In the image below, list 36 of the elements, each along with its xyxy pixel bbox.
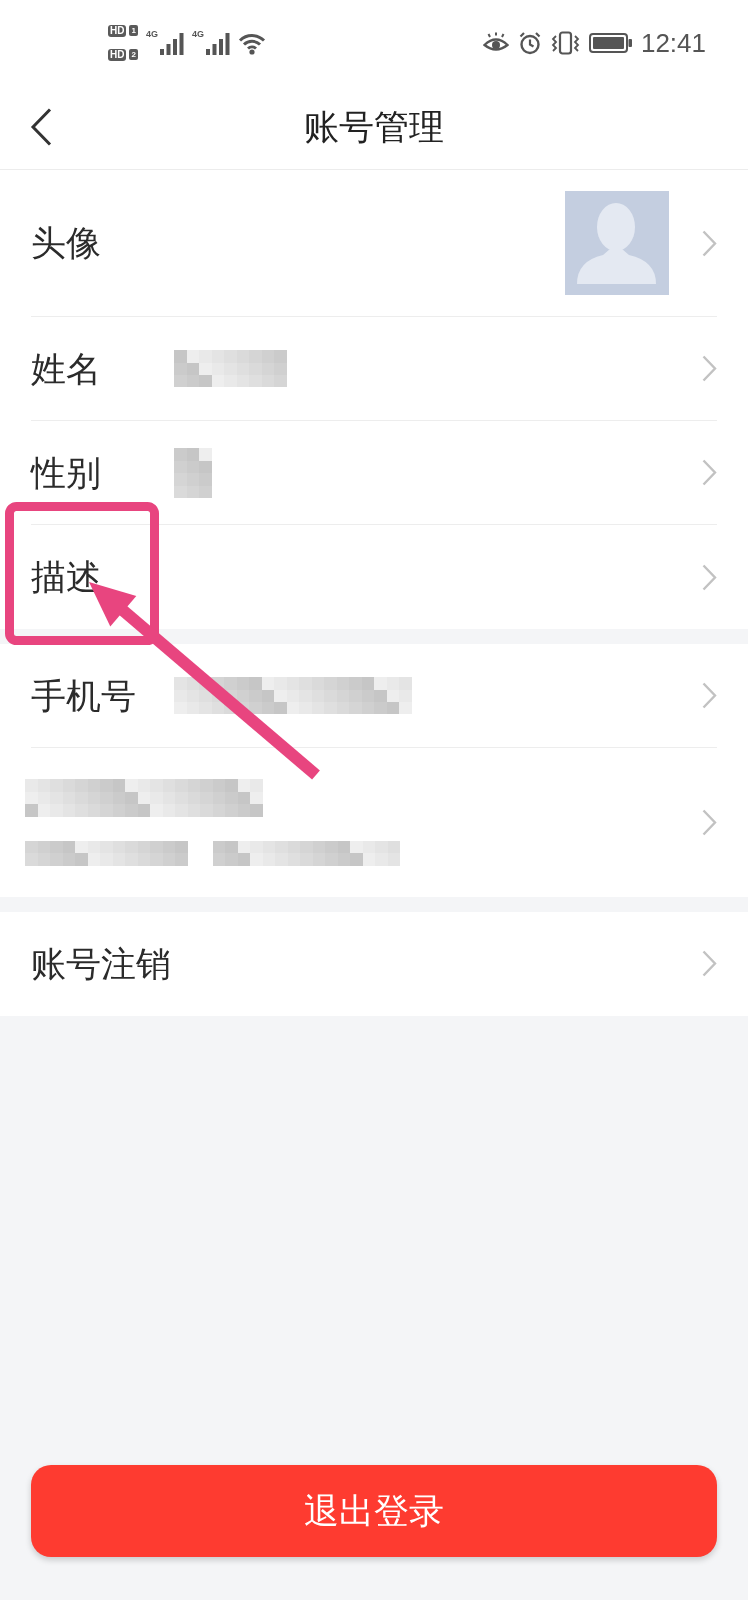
back-icon	[30, 108, 52, 146]
list-row[interactable]: 描述	[0, 525, 748, 629]
row-label: 姓名	[31, 347, 101, 390]
chevron-right-icon	[702, 229, 717, 257]
eye-icon	[482, 31, 509, 54]
row-label: 账号注销	[31, 942, 171, 985]
alarm-clock-icon	[517, 30, 542, 55]
status-time: 12:41	[640, 29, 706, 56]
chevron-right-icon	[702, 808, 717, 836]
chevron-right-icon	[702, 682, 717, 709]
sim-slot-badge: 2	[129, 49, 138, 60]
signal-bars-icon	[205, 33, 230, 55]
back-button[interactable]	[30, 108, 52, 146]
hd-badge: HD	[108, 24, 127, 37]
row-label: 手机号	[31, 674, 136, 717]
list-row[interactable]: 姓名	[0, 317, 748, 421]
list-row[interactable]: 头像	[0, 170, 748, 317]
list-row[interactable]: 性别	[0, 421, 748, 525]
battery-icon	[588, 32, 632, 53]
hd-badge: HD	[108, 48, 127, 61]
signal-bars-icon	[159, 33, 184, 55]
network-type-label: 4G	[145, 30, 158, 39]
logout-button[interactable]: 退出登录	[31, 1465, 717, 1557]
row-label: 头像	[31, 222, 101, 264]
network-type-label: 4G	[191, 30, 204, 39]
row-label: 性别	[31, 451, 101, 494]
page-title: 账号管理	[304, 106, 444, 148]
chevron-right-icon	[702, 950, 717, 977]
sim-slot-badge: 1	[129, 25, 138, 36]
chevron-right-icon	[702, 459, 717, 486]
chevron-right-icon	[702, 563, 717, 591]
list-row[interactable]: 手机号	[0, 644, 748, 748]
chevron-right-icon	[702, 355, 717, 382]
row-label: 描述	[31, 556, 101, 598]
vibrate-icon	[550, 30, 580, 55]
list-row[interactable]: 账号注销	[0, 911, 748, 1016]
